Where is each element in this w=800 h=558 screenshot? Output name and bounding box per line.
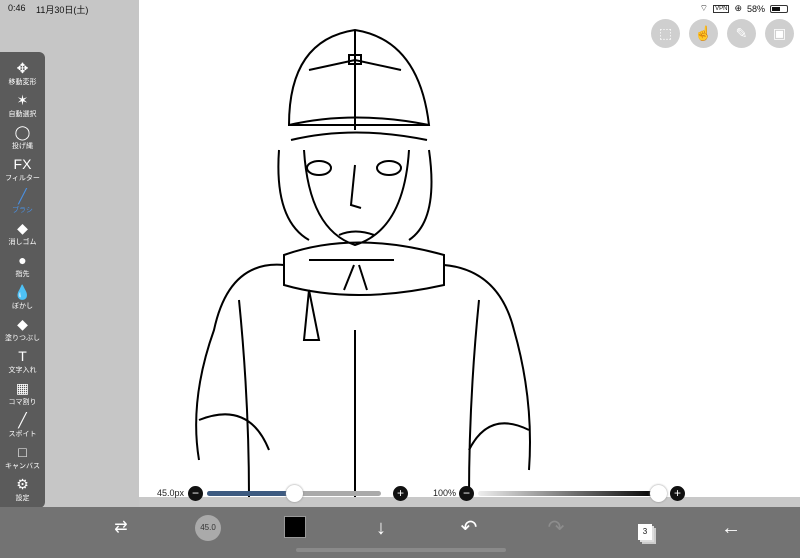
- canvas-icon: □: [18, 444, 27, 460]
- layers-button[interactable]: 3: [632, 515, 658, 541]
- opacity-knob[interactable]: [650, 484, 668, 502]
- status-date: 11月30日(土): [36, 5, 89, 15]
- selection-toggle-button[interactable]: ⬚: [651, 19, 680, 48]
- hand-icon: ☝: [694, 25, 713, 41]
- drawing-canvas[interactable]: [139, 0, 800, 498]
- touch-mode-button[interactable]: ☝: [689, 19, 718, 48]
- arrow-left-icon: ←: [721, 517, 741, 539]
- gear-icon: ⚙: [16, 476, 29, 492]
- tool-brush[interactable]: ╱ ブラシ: [0, 184, 45, 216]
- status-bar: 0:46 11月30日(土) ⌔ VPN ⊕ 58%: [0, 0, 800, 16]
- magic-wand-icon: ✶: [16, 92, 29, 108]
- wifi-icon: ⌔: [699, 3, 709, 13]
- size-increase-button[interactable]: +: [393, 485, 409, 501]
- fill-bucket-icon: ◆: [17, 316, 28, 332]
- tool-label: 塗りつぶし: [4, 335, 41, 342]
- text-icon: T: [18, 348, 27, 364]
- layers-count: 3: [638, 524, 652, 540]
- tool-fx[interactable]: FX フィルター: [0, 152, 45, 184]
- back-button[interactable]: ←: [718, 515, 744, 541]
- tool-switch-button[interactable]: ⇄: [108, 515, 134, 541]
- fx-icon: FX: [13, 156, 32, 172]
- line-art-drawing: [195, 28, 531, 498]
- tool-frame-divider[interactable]: ▦ コマ割り: [0, 376, 45, 408]
- opacity-slider[interactable]: [478, 484, 668, 502]
- tool-label: 投げ縄: [12, 143, 33, 150]
- tool-canvas[interactable]: □ キャンバス: [0, 440, 45, 472]
- tool-eyedropper[interactable]: ╱ スポイト: [0, 408, 45, 440]
- tool-fill-bucket[interactable]: ◆ 塗りつぶし: [0, 312, 45, 344]
- status-time: 0:46: [8, 3, 26, 13]
- brush-size-knob[interactable]: [286, 484, 304, 502]
- lasso-icon: ◯: [14, 124, 31, 140]
- tool-gear[interactable]: ⚙ 設定: [0, 472, 45, 504]
- tool-label: 設定: [15, 495, 30, 502]
- redo-button[interactable]: ↷: [543, 515, 569, 541]
- download-button[interactable]: ↓: [368, 515, 394, 541]
- orientation-lock-icon: ⊕: [734, 3, 742, 13]
- tool-label: 文字入れ: [8, 367, 37, 374]
- tool-label: 自動選択: [8, 111, 37, 118]
- opacity-label: 100%: [433, 488, 457, 498]
- color-swatch-button[interactable]: [284, 516, 306, 538]
- tool-lasso[interactable]: ◯ 投げ縄: [0, 120, 45, 152]
- tool-palette: ✥ 移動変形 ✶ 自動選択 ◯ 投げ縄 FX フィルター ╱ ブラシ ◆ 消しゴム ● 指先 💧 ぼかし ◆ 塗り…: [0, 52, 45, 508]
- redo-icon: ↷: [547, 517, 565, 539]
- brush-size-label: 45.0px: [157, 488, 185, 498]
- frame-divider-icon: ▦: [15, 380, 30, 396]
- brush-thumbnail-button[interactable]: 45.0: [195, 515, 221, 541]
- tool-label: スポイト: [8, 431, 37, 438]
- move-icon: ✥: [16, 60, 29, 76]
- tool-label: キャンバス: [5, 463, 40, 470]
- battery-percent: 58%: [746, 3, 765, 14]
- home-indicator: [296, 548, 506, 552]
- tool-magic-wand[interactable]: ✶ 自動選択: [0, 88, 45, 120]
- brush-icon: ╱: [18, 188, 27, 204]
- tool-text[interactable]: T 文字入れ: [0, 344, 45, 376]
- tool-blur-drop[interactable]: 💧 ぼかし: [0, 280, 45, 312]
- blur-drop-icon: 💧: [13, 284, 32, 300]
- vpn-badge: VPN: [713, 4, 730, 13]
- brush-eraser-swap-icon: ⇄: [114, 519, 128, 536]
- tool-label: 指先: [15, 271, 30, 278]
- selection-icon: ⬚: [658, 25, 673, 41]
- ruler-button[interactable]: ✎: [727, 19, 756, 48]
- tool-eraser[interactable]: ◆ 消しゴム: [0, 216, 45, 248]
- image-icon: ▣: [772, 25, 787, 41]
- tool-label: ぼかし: [12, 303, 33, 310]
- tool-label: 消しゴム: [8, 239, 37, 246]
- opacity-increase-button[interactable]: +: [670, 485, 686, 501]
- tool-label: ブラシ: [12, 207, 33, 214]
- reference-image-button[interactable]: ▣: [765, 19, 794, 48]
- brush-thumbnail-size: 45.0: [200, 523, 216, 532]
- brush-size-control: 45.0px − +: [157, 484, 409, 502]
- size-decrease-button[interactable]: −: [188, 485, 204, 501]
- arrow-down-icon: ↓: [376, 517, 386, 539]
- undo-button[interactable]: ↶: [456, 515, 482, 541]
- battery-icon: [770, 4, 788, 13]
- eyedropper-icon: ╱: [18, 412, 27, 428]
- tool-label: コマ割り: [8, 399, 37, 406]
- ruler-icon: ✎: [735, 25, 748, 41]
- undo-icon: ↶: [460, 517, 478, 539]
- tool-label: フィルター: [5, 175, 40, 182]
- brush-size-slider[interactable]: [207, 484, 382, 502]
- tool-smudge[interactable]: ● 指先: [0, 248, 45, 280]
- opacity-decrease-button[interactable]: −: [459, 485, 475, 501]
- eraser-icon: ◆: [17, 220, 28, 236]
- smudge-icon: ●: [18, 252, 27, 268]
- brush-size-fill: [207, 490, 295, 496]
- opacity-control: 100% − +: [433, 484, 686, 502]
- tool-move[interactable]: ✥ 移動変形: [0, 56, 45, 88]
- tool-label: 移動変形: [8, 79, 37, 86]
